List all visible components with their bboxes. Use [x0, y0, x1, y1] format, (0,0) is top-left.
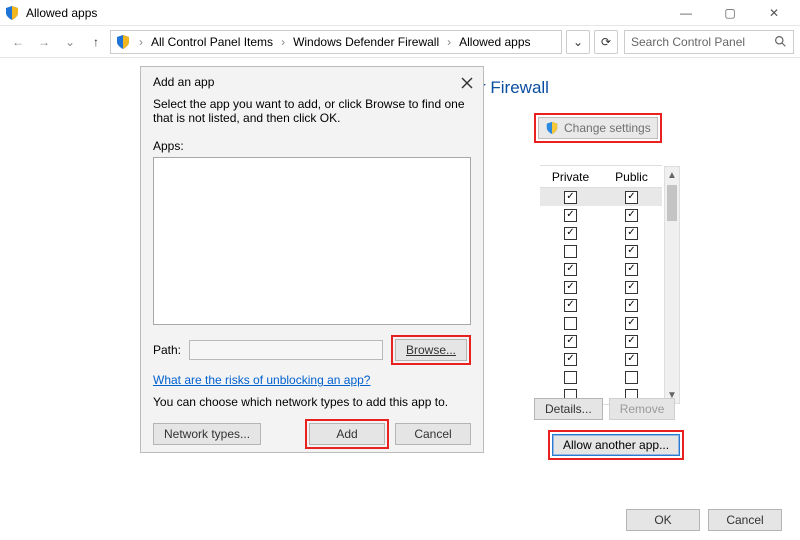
browse-button[interactable]: Browse... — [395, 339, 467, 361]
public-checkbox[interactable] — [625, 281, 638, 294]
chevron-right-icon: › — [443, 35, 455, 49]
private-checkbox[interactable] — [564, 353, 577, 366]
allowed-apps-columns: Private Public ▲ ▼ — [540, 165, 662, 405]
dialog-title: Add an app — [141, 67, 483, 89]
col-private[interactable]: Private — [540, 170, 601, 184]
footer: OK Cancel — [0, 500, 800, 540]
table-row[interactable] — [540, 260, 662, 278]
up-button[interactable]: ↑ — [84, 30, 108, 54]
private-checkbox[interactable] — [564, 335, 577, 348]
details-button[interactable]: Details... — [534, 398, 603, 420]
refresh-button[interactable]: ⟳ — [594, 30, 618, 54]
public-checkbox[interactable] — [625, 335, 638, 348]
private-checkbox[interactable] — [564, 209, 577, 222]
change-settings-label: Change settings — [564, 121, 651, 135]
public-checkbox[interactable] — [625, 299, 638, 312]
table-row[interactable] — [540, 368, 662, 386]
dialog-instruction: Select the app you want to add, or click… — [141, 89, 483, 125]
table-row[interactable] — [540, 224, 662, 242]
table-row[interactable] — [540, 242, 662, 260]
search-icon — [774, 35, 787, 48]
crumb-item[interactable]: Windows Defender Firewall — [291, 35, 441, 49]
public-checkbox[interactable] — [625, 353, 638, 366]
private-checkbox[interactable] — [564, 227, 577, 240]
remove-button: Remove — [609, 398, 676, 420]
search-placeholder: Search Control Panel — [631, 35, 768, 49]
add-app-dialog: Add an app Select the app you want to ad… — [141, 67, 483, 452]
private-checkbox[interactable] — [564, 263, 577, 276]
private-checkbox[interactable] — [564, 371, 577, 384]
public-checkbox[interactable] — [625, 245, 638, 258]
network-types-button[interactable]: Network types... — [153, 423, 261, 445]
network-note: You can choose which network types to ad… — [141, 387, 483, 409]
risk-link[interactable]: What are the risks of unblocking an app? — [153, 373, 370, 387]
scrollbar[interactable]: ▲ ▼ — [664, 166, 680, 404]
page-title: r Firewall — [480, 78, 549, 98]
cancel-button[interactable]: Cancel — [708, 509, 782, 531]
private-checkbox[interactable] — [564, 245, 577, 258]
table-row[interactable] — [540, 314, 662, 332]
table-row[interactable] — [540, 350, 662, 368]
apps-listbox[interactable] — [153, 157, 471, 325]
public-checkbox[interactable] — [625, 209, 638, 222]
titlebar: Allowed apps — ▢ ✕ — [0, 0, 800, 26]
table-row[interactable] — [540, 296, 662, 314]
highlight-browse: Browse... — [391, 335, 471, 365]
scroll-up-icon[interactable]: ▲ — [665, 167, 679, 183]
add-button[interactable]: Add — [309, 423, 385, 445]
table-row[interactable] — [540, 332, 662, 350]
crumb-item[interactable]: Allowed apps — [457, 35, 532, 49]
address-bar: ← → ⌄ ↑ › All Control Panel Items › Wind… — [0, 26, 800, 58]
apps-label: Apps: — [141, 125, 483, 155]
forward-button: → — [32, 30, 56, 54]
crumb-item[interactable]: All Control Panel Items — [149, 35, 275, 49]
col-public[interactable]: Public — [601, 170, 662, 184]
close-icon — [461, 77, 473, 89]
public-checkbox[interactable] — [625, 263, 638, 276]
recent-dropdown[interactable]: ⌄ — [58, 30, 82, 54]
allow-another-app-button[interactable]: Allow another app... — [552, 434, 680, 456]
change-settings-button[interactable]: Change settings — [538, 117, 658, 139]
dialog-close-button[interactable] — [459, 75, 475, 91]
back-button[interactable]: ← — [6, 30, 30, 54]
private-checkbox[interactable] — [564, 317, 577, 330]
private-checkbox[interactable] — [564, 299, 577, 312]
table-row[interactable] — [540, 278, 662, 296]
minimize-button[interactable]: — — [664, 0, 708, 26]
window-title: Allowed apps — [26, 6, 664, 20]
public-checkbox[interactable] — [625, 227, 638, 240]
shield-icon — [545, 121, 559, 135]
highlight-allow-another: Allow another app... — [548, 430, 684, 460]
ok-button[interactable]: OK — [626, 509, 700, 531]
scroll-thumb[interactable] — [667, 185, 677, 221]
path-label: Path: — [153, 343, 181, 357]
highlight-add: Add — [305, 419, 389, 449]
shield-icon — [4, 5, 20, 21]
address-dropdown[interactable]: ⌄ — [566, 30, 590, 54]
cancel-button[interactable]: Cancel — [395, 423, 471, 445]
public-checkbox[interactable] — [625, 317, 638, 330]
close-button[interactable]: ✕ — [752, 0, 796, 26]
column-headers: Private Public — [540, 166, 662, 188]
private-checkbox[interactable] — [564, 281, 577, 294]
public-checkbox[interactable] — [625, 371, 638, 384]
table-row[interactable] — [540, 206, 662, 224]
chevron-right-icon: › — [135, 35, 147, 49]
breadcrumb[interactable]: › All Control Panel Items › Windows Defe… — [110, 30, 562, 54]
search-input[interactable]: Search Control Panel — [624, 30, 794, 54]
chevron-right-icon: › — [277, 35, 289, 49]
highlight-change-settings: Change settings — [534, 113, 662, 143]
path-input[interactable] — [189, 340, 383, 360]
maximize-button[interactable]: ▢ — [708, 0, 752, 26]
public-checkbox[interactable] — [625, 191, 638, 204]
private-checkbox[interactable] — [564, 191, 577, 204]
table-row[interactable] — [540, 188, 662, 206]
shield-icon — [115, 34, 131, 50]
